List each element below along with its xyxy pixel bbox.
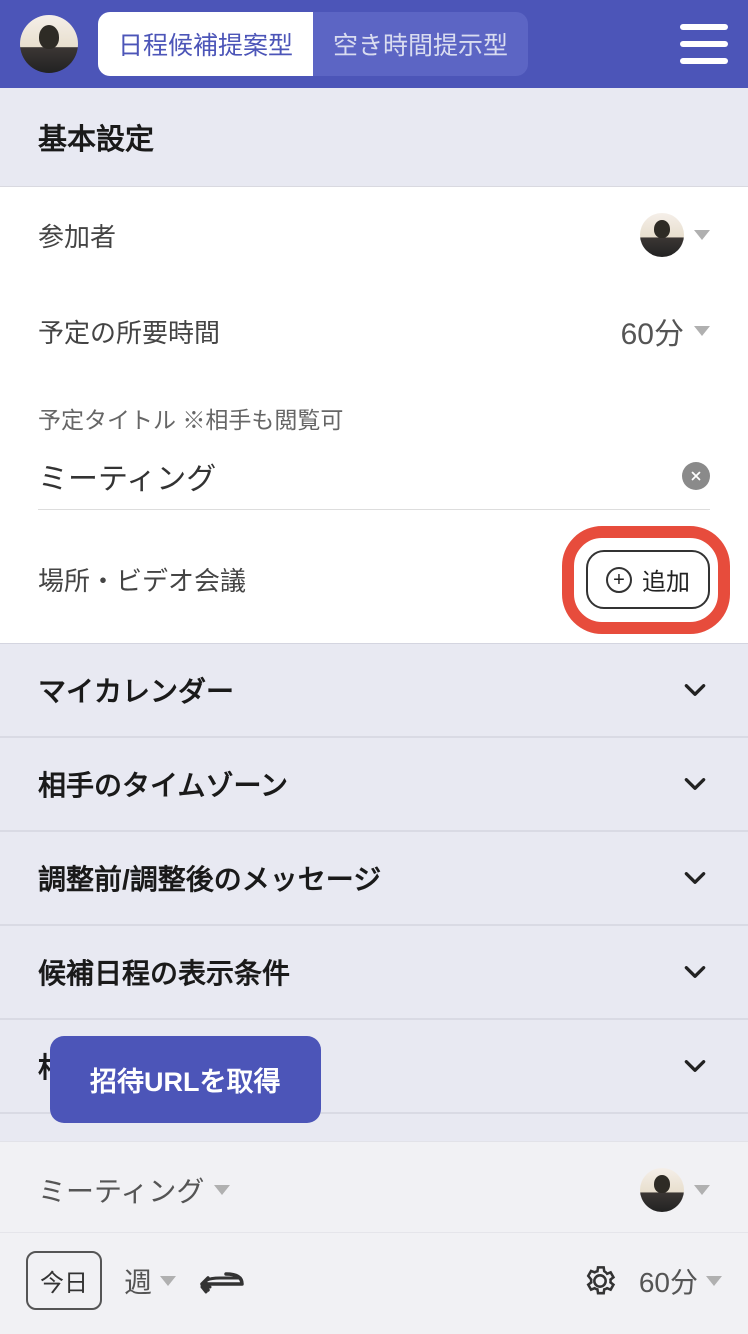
plus-circle-icon: +	[606, 567, 632, 593]
participant-avatar	[640, 1168, 684, 1212]
footer-meeting-select[interactable]: ミーティング	[38, 1170, 230, 1210]
accordion-group: マイカレンダー 相手のタイムゾーン 調整前/調整後のメッセージ 候補日程の表示条…	[0, 643, 748, 1208]
footer-controls: 今日 週 60分	[0, 1232, 748, 1334]
chevron-down-icon	[706, 1276, 722, 1286]
accordion-my-calendar[interactable]: マイカレンダー	[0, 644, 748, 738]
location-row: 場所・ビデオ会議 + 追加	[0, 516, 748, 643]
calendar-view-select[interactable]: 週	[124, 1261, 176, 1301]
footer-participant-select[interactable]	[640, 1168, 710, 1212]
footer-meeting-row: ミーティング	[0, 1141, 748, 1232]
zoom-duration-select[interactable]: 60分	[639, 1261, 722, 1301]
tab-availability-mode[interactable]: 空き時間提示型	[313, 12, 528, 76]
chevron-down-icon	[214, 1185, 230, 1195]
mode-tabs: 日程候補提案型 空き時間提示型	[98, 12, 528, 76]
event-title-label: 予定タイトル ※相手も閲覧可	[38, 401, 710, 435]
accordion-label: 相手のタイムゾーン	[38, 764, 288, 804]
chevron-down-icon	[694, 1185, 710, 1195]
accordion-messages[interactable]: 調整前/調整後のメッセージ	[0, 832, 748, 926]
settings-gear-icon[interactable]	[583, 1264, 617, 1298]
event-title-section: 予定タイトル ※相手も閲覧可	[0, 379, 748, 510]
accordion-label: 調整前/調整後のメッセージ	[38, 858, 381, 898]
participants-value	[640, 213, 710, 257]
duration-value-group: 60分	[621, 309, 710, 353]
footer-bar: ミーティング 今日 週 60分	[0, 1141, 748, 1334]
basic-settings-body: 参加者 予定の所要時間 60分 予定タイトル ※相手も閲覧可 場所・ビデオ会議 …	[0, 187, 748, 643]
chevron-down-icon	[160, 1276, 176, 1286]
add-button-label: 追加	[642, 562, 690, 597]
zoom-duration-label: 60分	[639, 1261, 698, 1301]
chevron-down-icon	[694, 230, 710, 240]
hamburger-menu-icon[interactable]	[680, 24, 728, 64]
tab-proposal-mode[interactable]: 日程候補提案型	[98, 12, 313, 76]
undo-icon[interactable]	[198, 1266, 244, 1296]
duration-value: 60分	[621, 309, 684, 353]
get-invite-url-button[interactable]: 招待URLを取得	[50, 1036, 321, 1123]
participants-label: 参加者	[38, 217, 116, 254]
accordion-timezone[interactable]: 相手のタイムゾーン	[0, 738, 748, 832]
section-basic-settings-header: 基本設定	[0, 88, 748, 187]
chevron-down-icon	[694, 326, 710, 336]
accordion-label: 候補日程の表示条件	[38, 952, 290, 992]
event-title-input-row	[38, 459, 710, 510]
event-title-input[interactable]	[38, 459, 682, 493]
accordion-candidate-conditions[interactable]: 候補日程の表示条件	[0, 926, 748, 1020]
add-location-button[interactable]: + 追加	[586, 550, 710, 609]
participant-avatar	[640, 213, 684, 257]
chevron-down-icon	[680, 1051, 710, 1081]
participants-row[interactable]: 参加者	[0, 187, 748, 283]
clear-title-icon[interactable]	[682, 462, 710, 490]
duration-row[interactable]: 予定の所要時間 60分	[0, 283, 748, 379]
location-label: 場所・ビデオ会議	[38, 561, 246, 598]
accordion-label: マイカレンダー	[38, 670, 234, 710]
app-header: 日程候補提案型 空き時間提示型	[0, 0, 748, 88]
footer-meeting-label: ミーティング	[38, 1170, 204, 1210]
chevron-down-icon	[680, 863, 710, 893]
chevron-down-icon	[680, 769, 710, 799]
view-label: 週	[124, 1261, 152, 1301]
duration-label: 予定の所要時間	[38, 313, 220, 350]
chevron-down-icon	[680, 675, 710, 705]
user-avatar[interactable]	[20, 15, 78, 73]
chevron-down-icon	[680, 957, 710, 987]
today-button[interactable]: 今日	[26, 1251, 102, 1310]
